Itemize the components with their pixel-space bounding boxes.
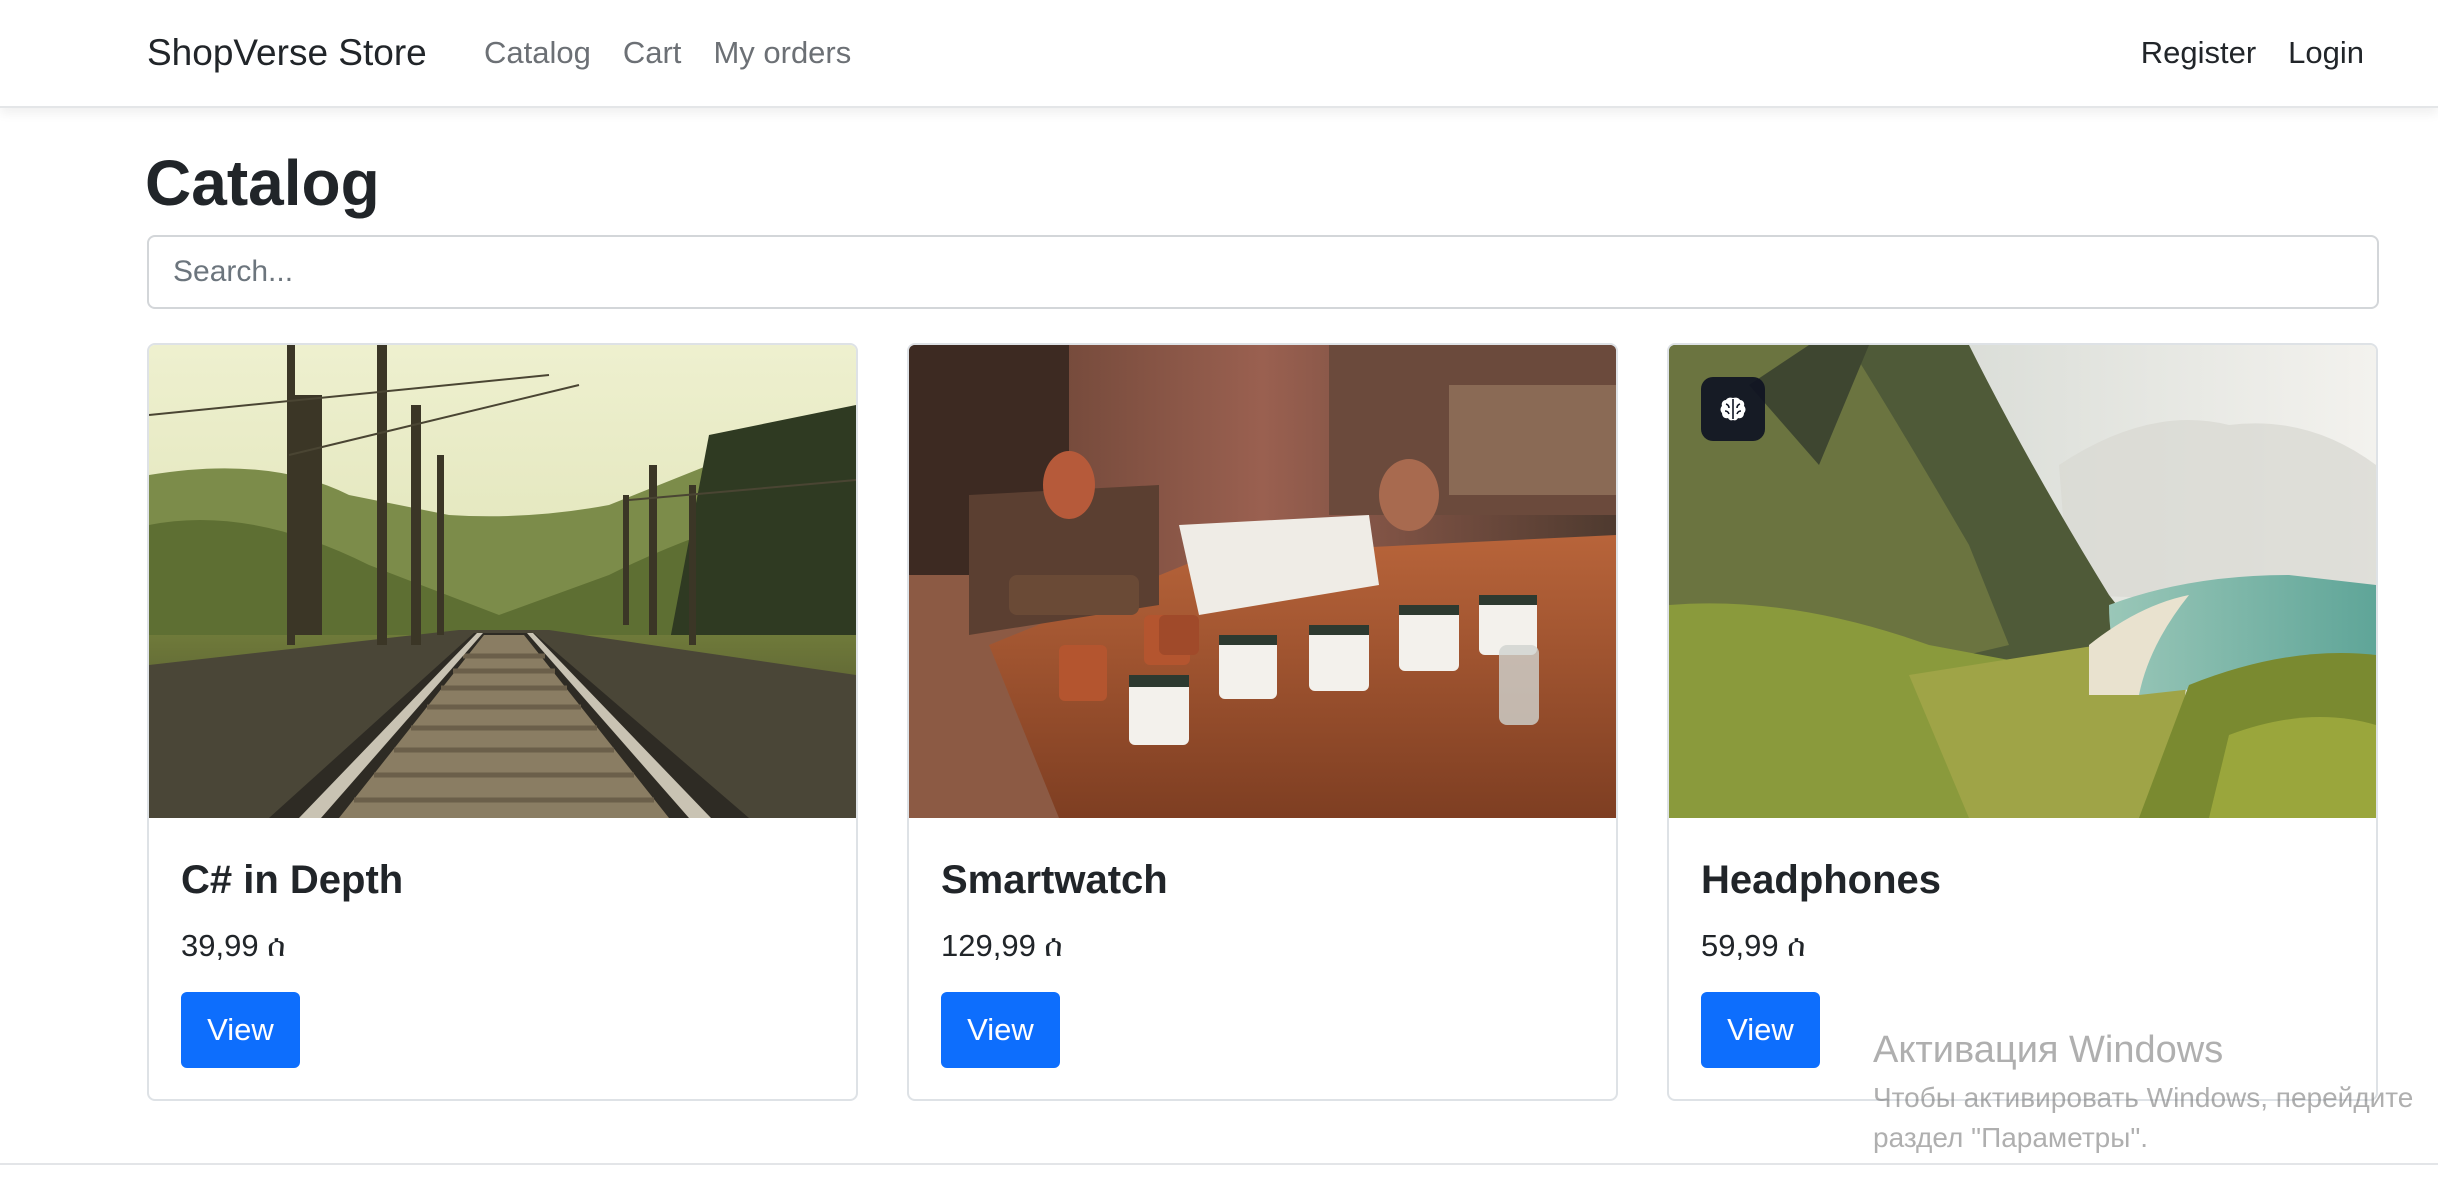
nav-link-my-orders[interactable]: My orders — [713, 35, 851, 71]
watermark-line-2: раздел "Параметры". — [1873, 1122, 2149, 1153]
product-price: 59,99 ሰ — [1701, 928, 1806, 963]
nav-link-login[interactable]: Login — [2288, 35, 2364, 71]
product-image-railway[interactable] — [149, 345, 856, 818]
product-card: C# in Depth 39,99 ሰ View — [147, 343, 858, 1101]
product-image-mugs[interactable] — [909, 345, 1616, 818]
search-input[interactable] — [147, 235, 2379, 309]
view-button[interactable]: View — [1701, 992, 1820, 1068]
nav-link-register[interactable]: Register — [2141, 35, 2256, 71]
footer-divider — [0, 1163, 2438, 1165]
mugs-on-table-photo — [909, 345, 1616, 818]
view-button[interactable]: View — [181, 992, 300, 1068]
product-price: 39,99 ሰ — [181, 928, 286, 963]
page-title: Catalog — [145, 147, 380, 219]
brain-icon — [1720, 397, 1746, 421]
product-price: 129,99 ሰ — [941, 928, 1063, 963]
nav-links: Catalog Cart My orders — [484, 0, 851, 106]
railway-tracks-photo — [149, 345, 856, 818]
nav-auth-links: Register Login — [2141, 0, 2364, 106]
view-button[interactable]: View — [941, 992, 1060, 1068]
product-card: Smartwatch 129,99 ሰ View — [907, 343, 1618, 1101]
nav-link-cart[interactable]: Cart — [623, 35, 682, 71]
image-badge[interactable] — [1701, 377, 1765, 441]
nav-link-catalog[interactable]: Catalog — [484, 35, 591, 71]
product-title: C# in Depth — [181, 858, 404, 902]
product-image-mountain[interactable] — [1669, 345, 2376, 818]
product-card: Headphones 59,99 ሰ View — [1667, 343, 2378, 1101]
product-title: Headphones — [1701, 858, 1942, 902]
product-title: Smartwatch — [941, 858, 1168, 902]
mountain-beach-photo — [1669, 345, 2376, 818]
navbar: ShopVerse Store Catalog Cart My orders R… — [0, 0, 2438, 108]
navbar-brand[interactable]: ShopVerse Store — [147, 0, 427, 106]
